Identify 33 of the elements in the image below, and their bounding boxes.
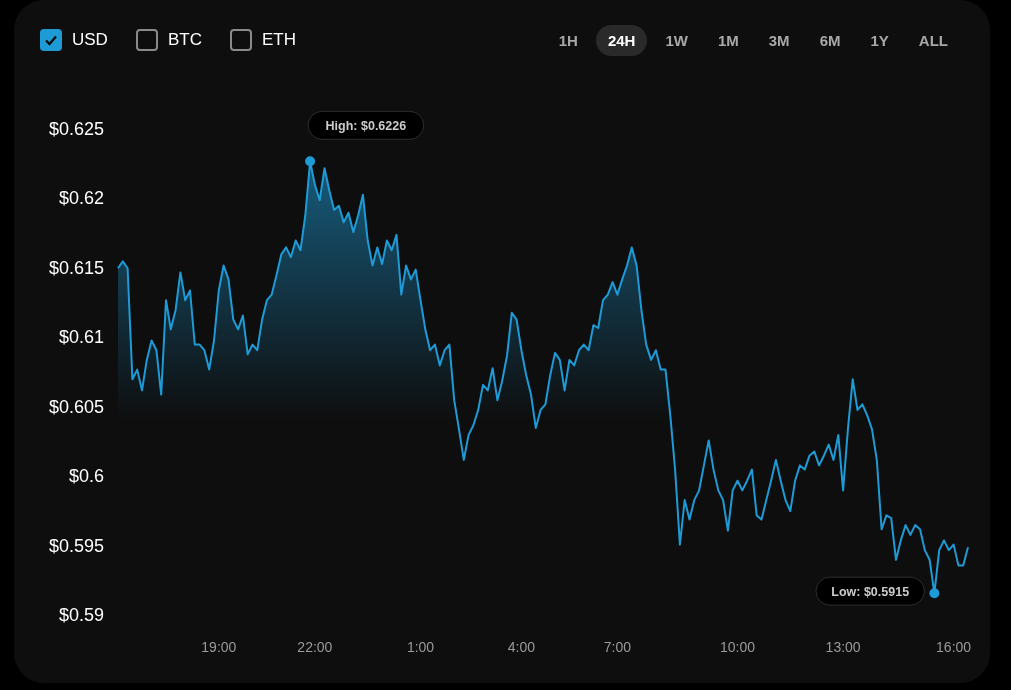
range-tab[interactable]: ALL: [906, 24, 960, 56]
x-axis-label: 19:00: [201, 639, 237, 655]
currency-checkbox[interactable]: ETH: [229, 29, 296, 51]
currency-checkbox[interactable]: BTC: [135, 29, 202, 51]
y-axis-label: $0.59: [58, 605, 104, 625]
price-callout: Low: $0.5915: [815, 576, 925, 606]
x-axis-label: 7:00: [603, 639, 632, 655]
y-axis-label: $0.61: [58, 327, 104, 348]
annotation: Low: $0.5915: [831, 585, 910, 600]
x-axis-label: 1:00: [406, 639, 435, 655]
y-axis-label: $0.62: [58, 188, 104, 209]
y-axis-label: $0.615: [48, 257, 104, 278]
x-axis-label: 22:00: [297, 639, 333, 655]
y-axis-label: $0.605: [48, 396, 104, 417]
range-tab[interactable]: 3M: [756, 24, 802, 56]
y-axis-label: $0.6: [68, 466, 104, 487]
currency-checkbox[interactable]: USD: [40, 29, 108, 51]
x-axis-label: 13:00: [825, 639, 861, 655]
price-callout: High: $0.6226: [307, 110, 425, 140]
point-marker: [929, 588, 940, 599]
range-tab[interactable]: 1M: [705, 24, 751, 56]
x-axis-label: 4:00: [507, 639, 535, 655]
range-tab[interactable]: 6M: [807, 24, 853, 56]
range-tab[interactable]: 1W: [653, 24, 700, 56]
annotation: High: $0.6226: [325, 119, 407, 134]
point-marker: [305, 156, 316, 167]
range-tab[interactable]: 1H: [546, 24, 590, 56]
x-axis-label: 10:00: [719, 639, 755, 655]
x-axis-label: 16:00: [936, 639, 972, 655]
y-axis-label: $0.625: [48, 119, 104, 139]
y-axis-label: $0.595: [48, 535, 104, 556]
range-tab[interactable]: 1Y: [858, 24, 901, 56]
range-tab[interactable]: 24H: [595, 24, 648, 56]
